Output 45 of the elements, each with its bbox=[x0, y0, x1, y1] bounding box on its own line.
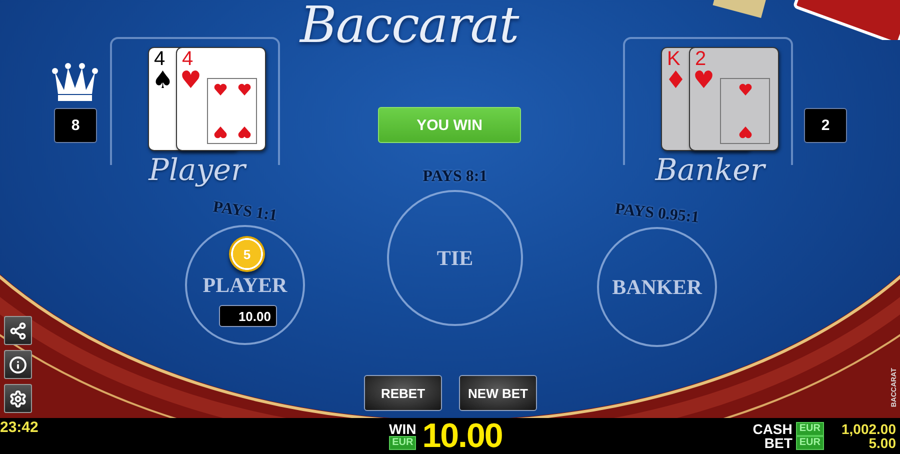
bet-spot[interactable]: TIE bbox=[387, 190, 523, 326]
action-button[interactable]: REBET bbox=[364, 375, 442, 411]
win-amount: 10.00 bbox=[422, 418, 502, 454]
card-pip-icon bbox=[212, 82, 228, 97]
info-button[interactable] bbox=[4, 350, 32, 379]
settings-icon bbox=[9, 390, 27, 408]
clock-time: 23:42 bbox=[0, 419, 38, 436]
game-title: Baccarat bbox=[300, 0, 518, 54]
hand-name: Player bbox=[147, 153, 248, 188]
hand-score: 8 bbox=[54, 108, 97, 143]
share-button[interactable] bbox=[4, 316, 32, 345]
card-suit: ♥ bbox=[693, 68, 715, 92]
card-suit: ♥ bbox=[180, 68, 202, 92]
betting-chip: 5 bbox=[229, 236, 265, 272]
bet-label: BET bbox=[763, 436, 792, 450]
cash-label: CASH bbox=[752, 422, 792, 436]
bet-amount: 5.00 bbox=[868, 436, 896, 450]
action-button[interactable]: NEW BET bbox=[459, 375, 537, 411]
stake-amount: 10.00 bbox=[219, 305, 277, 327]
card-pip-icon bbox=[212, 125, 228, 140]
card-pip-icon bbox=[236, 82, 252, 97]
result-banner: YOU WIN bbox=[378, 107, 521, 143]
card-rank: 4 bbox=[182, 48, 194, 70]
card-suit: ♦ bbox=[665, 68, 687, 92]
currency-tag: EUR bbox=[796, 436, 824, 450]
card-rank: K bbox=[667, 48, 680, 70]
hand-name: Banker bbox=[654, 153, 768, 188]
info-icon bbox=[9, 356, 27, 374]
card-pip-icon bbox=[738, 82, 752, 97]
card-suit: ♠ bbox=[152, 68, 174, 92]
cash-amount: 1,002.00 bbox=[842, 422, 896, 436]
hand-score: 2 bbox=[804, 108, 847, 143]
win-label: WIN bbox=[389, 422, 416, 436]
settings-button[interactable] bbox=[4, 384, 32, 413]
card-pip-icon bbox=[738, 125, 752, 140]
share-icon bbox=[9, 322, 27, 340]
bet-spot[interactable]: BANKER bbox=[597, 227, 717, 347]
card-rank: 2 bbox=[695, 48, 706, 70]
payout-text: PAYS 8:1 bbox=[422, 168, 488, 186]
currency-tag: EUR bbox=[796, 422, 824, 436]
payout-text: PAYS 1:1 bbox=[210, 198, 280, 226]
currency-tag: EUR bbox=[389, 436, 416, 450]
payout-text: PAYS 0.95:1 bbox=[613, 200, 701, 228]
card-rank: 4 bbox=[154, 48, 166, 70]
card-pip-icon bbox=[236, 125, 252, 140]
